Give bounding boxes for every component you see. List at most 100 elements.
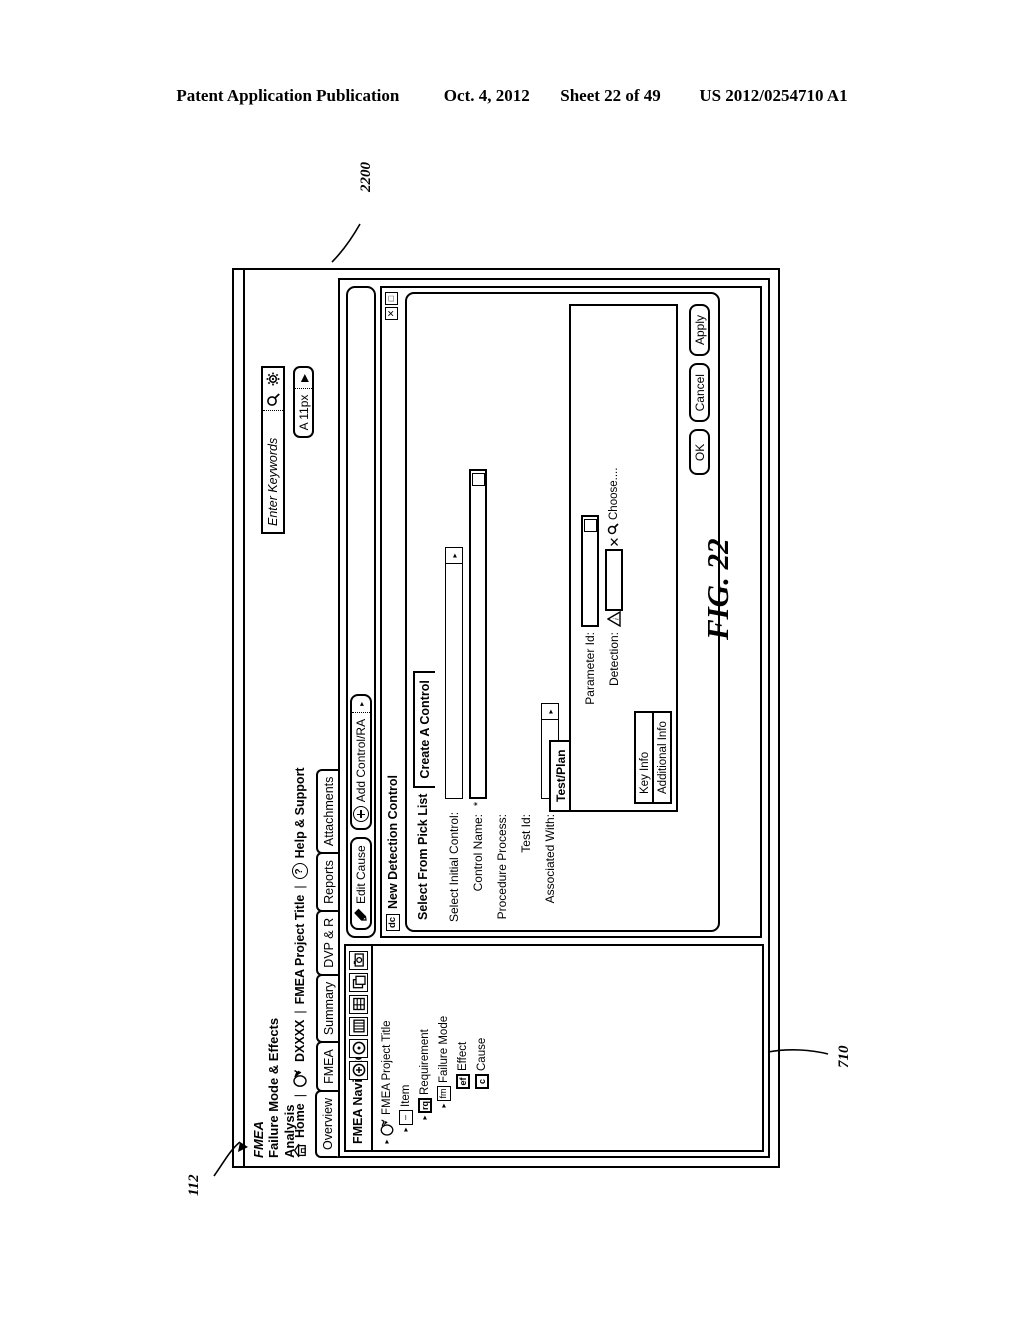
parameter-id-label: Parameter Id: (583, 632, 597, 705)
tab-summary[interactable]: Summary (316, 973, 339, 1044)
choose-label: Choose.... (608, 467, 620, 520)
reference-numeral-710: 710 (836, 1045, 852, 1069)
tree-item-item[interactable]: ▸ – Item (396, 950, 415, 1146)
copy-icon[interactable] (349, 973, 368, 992)
twisty-icon[interactable]: ▸ (439, 1101, 448, 1110)
parameter-id-input[interactable] (581, 515, 599, 627)
fmea-navigator-panel: FMEA Navigator ▸ FMEA Project Title ▸ – … (344, 944, 764, 1152)
requirement-tag-icon: rq (417, 1098, 432, 1113)
select-initial-control-dropdown[interactable]: ▸ (445, 547, 463, 799)
detection-label: Detection: (607, 632, 621, 687)
add-control-button[interactable]: Add Control/RA ▸ (350, 693, 372, 831)
cancel-button[interactable]: Cancel (689, 363, 710, 423)
search-input[interactable]: Enter Keywords (263, 410, 283, 532)
remove-icon[interactable] (349, 1039, 368, 1058)
breadcrumb-item-help-support[interactable]: Help & Support (293, 767, 307, 858)
twisty-icon[interactable]: ▸ (382, 1137, 391, 1146)
tab-overview[interactable]: Overview (315, 1089, 339, 1158)
expand-editor-icon[interactable] (583, 519, 597, 532)
choose-link[interactable]: Choose.... (607, 468, 622, 535)
pencil-icon (354, 908, 368, 922)
camera-icon[interactable] (349, 951, 368, 970)
add-control-label: Add Control/RA (354, 718, 368, 803)
brand-acronym: FMEA (251, 1121, 266, 1158)
tree-item-project[interactable]: ▸ FMEA Project Title (377, 950, 396, 1146)
breadcrumb-item-dxxxx[interactable]: DXXXX (293, 1020, 307, 1062)
vtab-key-info[interactable]: Key Info (634, 711, 654, 804)
tree-item-label: Cause (475, 1037, 488, 1071)
columns-icon[interactable] (349, 1017, 368, 1036)
plus-circle-icon (353, 806, 369, 823)
breadcrumb-separator-3: | (292, 885, 307, 889)
cause-tag-icon: c (474, 1074, 489, 1089)
vtab-additional-info[interactable]: Additional Info (652, 711, 672, 804)
ok-button[interactable]: OK (689, 429, 710, 476)
font-size-value: A 11px (295, 388, 312, 436)
navigator-divider (371, 946, 373, 1150)
application-window: FMEA Failure Mode & Effects Analysis Hom… (232, 268, 780, 1168)
effect-tag-icon: ef (455, 1074, 470, 1089)
breadcrumb-separator-1: | (292, 1094, 307, 1098)
control-name-input[interactable] (469, 469, 487, 799)
item-tag-icon: – (398, 1110, 413, 1125)
gear-icon[interactable] (266, 368, 280, 390)
form-row-parameter-id: Parameter Id: (579, 312, 601, 718)
patent-date: Oct. 4, 2012 (443, 86, 530, 105)
tree-item-failure-mode[interactable]: ▸ fm Failure Mode (434, 950, 453, 1146)
font-size-dropdown[interactable]: A 11px ▸ (293, 366, 314, 438)
associated-with-label: Associated With: (543, 814, 557, 904)
x-icon[interactable]: ✕ (607, 535, 622, 549)
breadcrumb-item-project-title[interactable]: FMEA Project Title (293, 895, 307, 1005)
breadcrumb-item-home[interactable]: Home (293, 1103, 307, 1138)
twisty-icon[interactable]: ▸ (420, 1113, 429, 1122)
chevron-down-icon[interactable]: ▸ (357, 702, 366, 706)
close-button[interactable]: ✕ (385, 307, 398, 320)
tree-item-requirement[interactable]: ▸ rq Requirement (415, 950, 434, 1146)
tab-fmea[interactable]: FMEA (316, 1041, 339, 1092)
chevron-down-icon[interactable]: ▸ (295, 368, 313, 388)
chevron-down-icon[interactable]: ▸ (446, 548, 462, 564)
chevron-down-icon[interactable]: ▸ (542, 704, 558, 720)
magnifier-icon (607, 523, 622, 535)
cup-icon (379, 1117, 395, 1137)
dialog-window-buttons: ✕ □ (385, 292, 398, 320)
tree-item-label: Requirement (418, 1029, 431, 1095)
search-box[interactable]: Enter Keywords (261, 366, 285, 534)
form-row-select-initial-control: Select Initial Control: ▸ (443, 304, 465, 922)
tree-item-label: FMEA Project Title (380, 1020, 393, 1115)
dialog-content: Select From Pick List Create A Control S… (405, 292, 720, 932)
tree-item-effect[interactable]: ef Effect (453, 950, 472, 1146)
tab-reports[interactable]: Reports (316, 852, 339, 912)
grid-icon[interactable] (349, 995, 368, 1014)
detection-input[interactable] (605, 549, 623, 611)
tree-item-cause[interactable]: c Cause (472, 950, 491, 1146)
edit-cause-button[interactable]: Edit Cause (350, 837, 372, 930)
magnifier-icon[interactable] (266, 390, 280, 410)
info-vertical-tabs: Key Info Additional Info (634, 711, 672, 804)
tab-dvpr[interactable]: DVP & R (316, 909, 339, 976)
test-plan-form: Parameter Id: Detection: i ✕ Choose.... (579, 312, 627, 718)
application-body: FMEA Failure Mode & Effects Analysis Hom… (245, 270, 778, 1166)
reference-numeral-2200: 2200 (358, 162, 374, 192)
dialog-title-bar: dc New Detection Control (382, 288, 404, 936)
main-tab-bar: Overview FMEA Summary DVP & R Reports At… (315, 638, 339, 1158)
subpanel-tab-test-plan[interactable]: Test/Plan (549, 739, 570, 812)
twisty-icon[interactable]: ▸ (401, 1125, 410, 1134)
maximize-restore-button[interactable]: □ (385, 292, 398, 305)
reference-numeral-112: 112 (186, 1174, 202, 1196)
warning-triangle-icon: i (606, 610, 621, 628)
cause-toolbar: Edit Cause Add Control/RA ▸ (346, 286, 376, 938)
test-plan-panel: Key Info Additional Info Parameter Id: D… (569, 304, 678, 812)
form-row-procedure-process: Procedure Process: (491, 304, 513, 922)
dialog-tab-select-from-pick-list[interactable]: Select From Pick List (413, 785, 435, 922)
edit-cause-label: Edit Cause (354, 845, 368, 904)
apply-button[interactable]: Apply (689, 304, 710, 357)
dialog-tab-create-a-control[interactable]: Create A Control (413, 671, 435, 788)
home-icon (293, 1143, 306, 1158)
add-icon[interactable] (349, 1061, 368, 1080)
window-title-strip (234, 270, 245, 1166)
expand-editor-icon[interactable] (471, 473, 485, 486)
content-area: FMEA Navigator ▸ FMEA Project Title ▸ – … (338, 278, 770, 1158)
detection-control-icon: dc (386, 914, 400, 931)
tab-attachments[interactable]: Attachments (316, 768, 339, 855)
